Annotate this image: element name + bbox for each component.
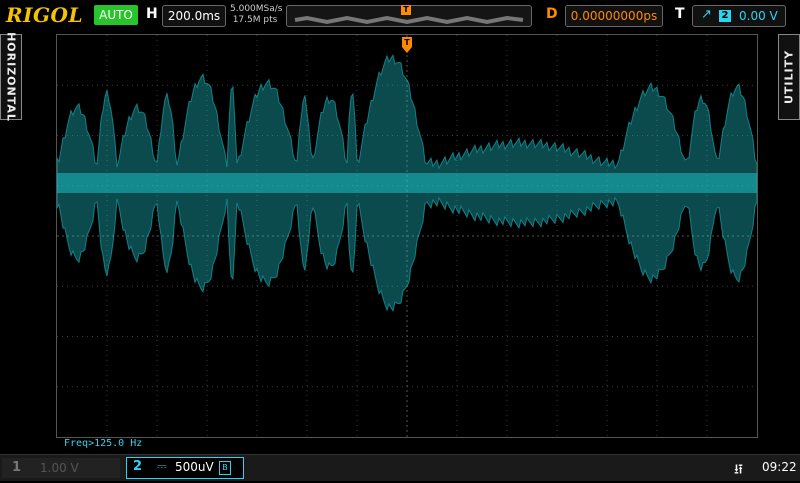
top-status-bar: RIGOL AUTO H 200.0ms 5.000MSa/s 17.5M pt… [0, 0, 800, 30]
trigger-settings[interactable]: ↗ 2 0.00 V [692, 5, 786, 27]
horizontal-menu-tab[interactable]: HORIZONTAL [0, 32, 22, 122]
channel-bar: 1 1.00 V 2 ⎓ 500uV B ⭿ 09:22 [0, 454, 800, 481]
delay-label: D [546, 6, 558, 22]
trigger-position-marker-label: T [404, 38, 410, 47]
delay-value[interactable]: 0.00000000ps [565, 5, 663, 27]
timebase-value[interactable]: 200.0ms [162, 5, 226, 27]
usb-icon: ⭿ [734, 462, 744, 478]
channel2-tab[interactable]: 2 ⎓ 500uV B [126, 457, 244, 479]
run-state-badge[interactable]: AUTO [94, 5, 138, 25]
sample-rate: 5.000MSa/s [230, 4, 283, 14]
trigger-source-badge: 2 [719, 10, 731, 22]
channel1-label: 1 [12, 460, 22, 475]
channel1-tab[interactable]: 1 1.00 V [2, 458, 120, 478]
utility-menu-tab[interactable]: UTILITY [778, 34, 800, 120]
trigger-label: T [675, 6, 685, 22]
memory-waveform-icon [294, 15, 524, 25]
rising-edge-icon: ↗ [701, 7, 712, 22]
channel2-scale: 500uV [175, 460, 214, 474]
waveform-display: 2TT [41, 34, 773, 438]
channel2-label: 2 [133, 459, 143, 474]
frequency-readout: Freq>125.0 Hz [64, 438, 143, 449]
trigger-level-value: 0.00 V [739, 9, 778, 23]
trigger-position-pointer [402, 47, 412, 53]
system-clock: 09:22 [762, 460, 797, 474]
memory-depth: 17.5M pts [232, 15, 278, 25]
memory-map[interactable]: T [286, 5, 532, 27]
acquisition-info: 5.000MSa/s 17.5M pts [230, 4, 283, 26]
bandwidth-limit-icon: B [219, 461, 231, 475]
utility-menu-label: UTILITY [782, 49, 796, 105]
brand-logo: RIGOL [6, 3, 84, 27]
channel1-scale: 1.00 V [40, 461, 79, 475]
horizontal-menu-label: HORIZONTAL [4, 32, 18, 122]
channel2-waveform-core [57, 173, 757, 193]
scope-graticule: 2TT [41, 35, 773, 437]
horizontal-label: H [146, 6, 158, 22]
dc-coupling-icon: ⎓ [157, 459, 167, 473]
